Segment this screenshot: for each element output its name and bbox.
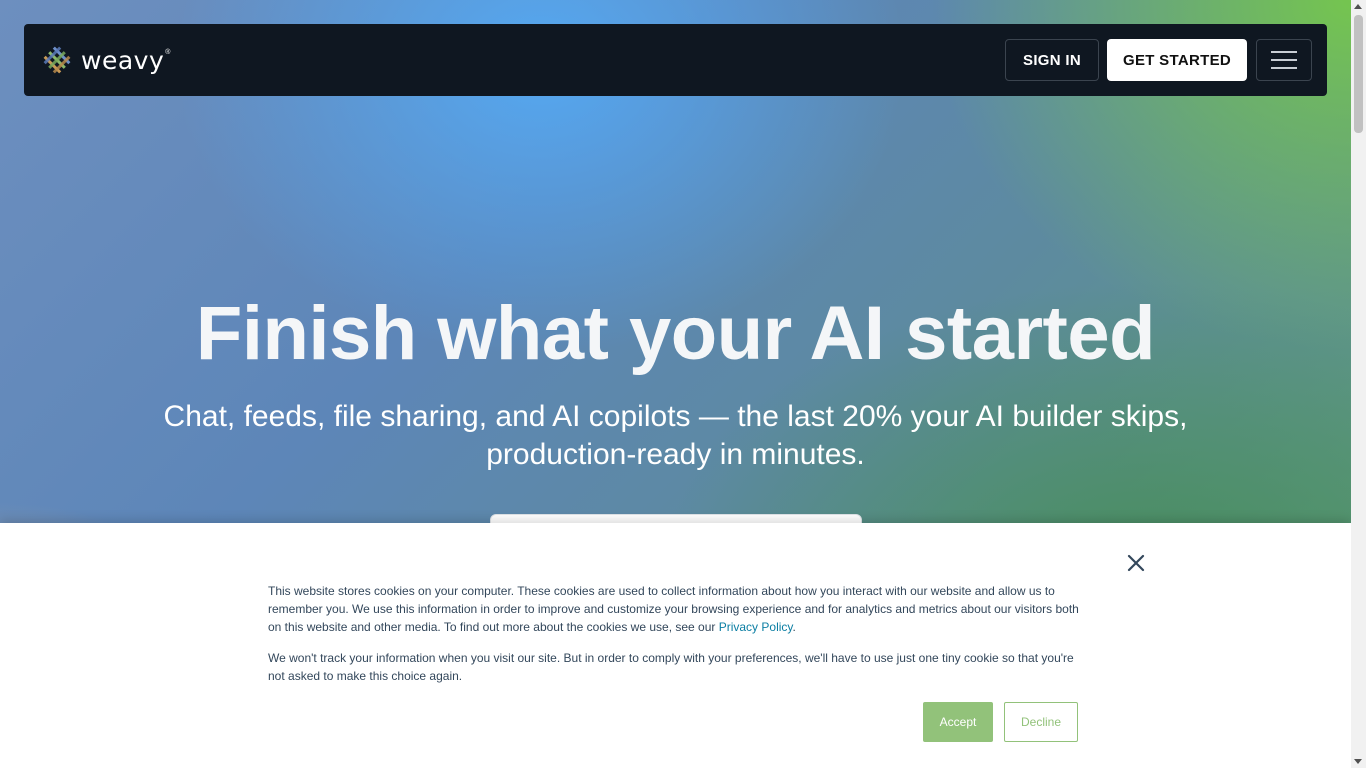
privacy-policy-link[interactable]: Privacy Policy <box>719 620 793 634</box>
close-x-glyph <box>1127 554 1145 572</box>
brand-logo[interactable]: weavy ® <box>40 43 170 77</box>
registered-mark: ® <box>165 49 171 56</box>
cookie-paragraph-1: This website stores cookies on your comp… <box>268 582 1080 636</box>
weavy-logo-icon <box>43 46 71 74</box>
close-icon[interactable] <box>1124 551 1148 575</box>
get-started-button[interactable]: GET STARTED <box>1107 39 1247 81</box>
cookie-banner: This website stores cookies on your comp… <box>0 523 1351 768</box>
cookie-paragraph-2: We won't track your information when you… <box>268 651 1074 683</box>
hero-subheadline: Chat, feeds, file sharing, and AI copilo… <box>163 400 1188 471</box>
scrollbar-thumb[interactable] <box>1354 15 1363 133</box>
brand-name: weavy <box>81 45 165 75</box>
menu-line <box>1271 51 1297 53</box>
scroll-down-arrow-icon[interactable] <box>1354 759 1362 764</box>
menu-line <box>1271 59 1297 61</box>
hero-headline: Finish what your AI started <box>195 291 1156 376</box>
accept-cookies-button[interactable]: Accept <box>923 702 993 742</box>
decline-cookies-button[interactable]: Decline <box>1004 702 1078 742</box>
menu-line <box>1271 67 1297 69</box>
cookie-message: This website stores cookies on your comp… <box>268 582 1080 685</box>
sign-in-button[interactable]: SIGN IN <box>1005 39 1099 81</box>
page-scrollbar[interactable] <box>1351 0 1366 768</box>
cookie-text-1: This website stores cookies on your comp… <box>268 584 1079 634</box>
scroll-up-arrow-icon[interactable] <box>1354 4 1362 9</box>
cookie-text-1-end: . <box>792 620 796 634</box>
hamburger-menu-icon[interactable] <box>1256 39 1312 81</box>
top-navbar: weavy ® SIGN IN GET STARTED <box>24 24 1327 96</box>
